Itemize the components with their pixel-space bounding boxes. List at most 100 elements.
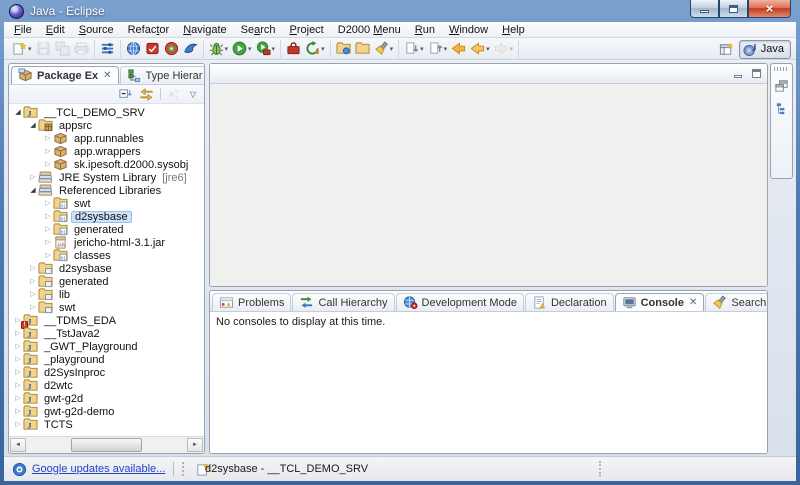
tree-twisty-icon[interactable]: ▷ (43, 236, 53, 249)
tree-twisty-icon[interactable]: ▷ (13, 405, 23, 418)
java-perspective-button[interactable]: JJava (739, 40, 791, 59)
back-button[interactable]: ▾ (468, 40, 492, 57)
tree-twisty-icon[interactable]: ▷ (28, 275, 38, 288)
menu-run[interactable]: Run (408, 23, 442, 37)
google-updates-link[interactable]: Google updates available... (32, 463, 165, 475)
tree-twisty-icon[interactable]: ▷ (13, 366, 23, 379)
scrollbar-thumb[interactable] (71, 438, 142, 452)
dropdown-arrow-icon[interactable]: ▾ (420, 45, 424, 53)
tree-twisty-icon[interactable]: ▷ (13, 379, 23, 392)
open-resource-button[interactable] (353, 40, 372, 57)
dropdown-arrow-icon[interactable]: ▾ (225, 45, 229, 53)
gwt-compile-button[interactable] (284, 40, 303, 57)
forward-button[interactable]: ▾ (492, 40, 516, 57)
tree-twisty-icon[interactable]: ▷ (28, 171, 38, 184)
tree-item-swt[interactable]: ▷01swt (9, 197, 204, 210)
outline-view-button[interactable] (772, 100, 791, 117)
tree-twisty-icon[interactable]: ▷ (28, 288, 38, 301)
last-edit-location-button[interactable] (449, 40, 468, 57)
search-button[interactable]: ▾ (372, 40, 396, 57)
menu-source[interactable]: Source (72, 23, 121, 37)
tab-development-mode[interactable]: Development Mode (396, 293, 524, 311)
d2000-monitor-button[interactable] (162, 40, 181, 57)
tree-item-appsrc[interactable]: ◢appsrc (9, 119, 204, 132)
tab-call-hierarchy[interactable]: Call Hierarchy (292, 293, 394, 311)
scrollbar-track[interactable] (26, 438, 187, 452)
minimize-button[interactable] (690, 0, 719, 18)
view-menu-button[interactable]: ▽ (186, 89, 200, 100)
next-annotation-button[interactable]: ▾ (402, 40, 426, 57)
menu-search[interactable]: Search (234, 23, 283, 37)
tree-twisty-icon[interactable]: ▷ (43, 132, 53, 145)
d2000-settings-button[interactable] (98, 40, 117, 57)
prev-annotation-button[interactable]: ▾ (426, 40, 450, 57)
tree-item-app-wrappers[interactable]: ▷app.wrappers (9, 145, 204, 158)
tree-item-app-runnables[interactable]: ▷app.runnables (9, 132, 204, 145)
scroll-left-button[interactable]: ◄ (10, 438, 26, 452)
close-tab-icon[interactable]: ✕ (103, 70, 111, 81)
close-button[interactable]: × (748, 0, 791, 18)
run-button[interactable]: ▾ (230, 40, 254, 57)
dropdown-arrow-icon[interactable]: ▾ (272, 45, 276, 53)
dropdown-arrow-icon[interactable]: ▾ (321, 45, 325, 53)
tree-item-jericho-html-3-1-jar[interactable]: ▷JARjericho-html-3.1.jar (9, 236, 204, 249)
dropdown-arrow-icon[interactable]: ▾ (390, 45, 394, 53)
tree-twisty-icon[interactable]: ◢ (28, 119, 38, 132)
menu-file[interactable]: File (7, 23, 39, 37)
tab-problems[interactable]: Problems (212, 293, 291, 311)
tree-twisty-icon[interactable]: ▷ (13, 392, 23, 405)
tree-twisty-icon[interactable]: ▷ (43, 210, 53, 223)
dropdown-arrow-icon[interactable]: ▾ (28, 45, 32, 53)
restore-view-button[interactable] (772, 77, 791, 94)
view-menu-icon[interactable]: ▽ (188, 90, 198, 99)
menu-navigate[interactable]: Navigate (176, 23, 233, 37)
print-button[interactable] (72, 40, 91, 57)
dropdown-arrow-icon[interactable]: ▾ (248, 45, 252, 53)
focus-button[interactable] (165, 86, 184, 103)
close-tab-icon[interactable]: ✕ (689, 297, 697, 308)
tab-declaration[interactable]: Declaration (525, 293, 614, 311)
tree-twisty-icon[interactable]: ▷ (13, 340, 23, 353)
debug-button[interactable]: ▾ (207, 40, 231, 57)
dropdown-arrow-icon[interactable]: ▾ (510, 45, 514, 53)
statusbar-drag-handle[interactable] (599, 461, 603, 477)
open-perspective-button[interactable] (718, 41, 735, 58)
tree-twisty-icon[interactable]: ▷ (43, 197, 53, 210)
d2000-cnf-button[interactable] (143, 40, 162, 57)
link-with-editor-button[interactable] (137, 86, 156, 103)
tab-console[interactable]: Console✕ (615, 293, 705, 311)
tab-package-ex[interactable]: Package Ex✕ (11, 66, 119, 84)
dropdown-arrow-icon[interactable]: ▾ (444, 45, 448, 53)
dropdown-arrow-icon[interactable]: ▾ (486, 45, 490, 53)
tree-item-tcts[interactable]: ▷JTCTS (9, 418, 204, 431)
maximize-editor-icon[interactable] (749, 67, 763, 81)
maximize-button[interactable] (719, 0, 748, 18)
minimize-editor-icon[interactable] (731, 67, 745, 81)
d2000-browser-button[interactable] (124, 40, 143, 57)
tree-twisty-icon[interactable]: ▷ (13, 353, 23, 366)
new-button[interactable]: ▾ (10, 40, 34, 57)
tree-item-referenced-libraries[interactable]: ◢Referenced Libraries (9, 184, 204, 197)
tab-type-hierar[interactable]: Type Hierar (120, 66, 205, 84)
menu-project[interactable]: Project (283, 23, 331, 37)
tree-twisty-icon[interactable]: ▷ (28, 262, 38, 275)
tree-item-generated[interactable]: ▷01generated (9, 223, 204, 236)
menu-help[interactable]: Help (495, 23, 532, 37)
d2000-hi-button[interactable] (181, 40, 200, 57)
tree-twisty-icon[interactable]: ▷ (43, 145, 53, 158)
gwt-refresh-button[interactable]: ▾ (303, 40, 327, 57)
collapse-all-button[interactable] (116, 86, 135, 103)
save-all-button[interactable] (53, 40, 72, 57)
tree-twisty-icon[interactable]: ▷ (13, 418, 23, 431)
external-tools-button[interactable]: ▾ (254, 40, 278, 57)
tab-search[interactable]: Search (705, 293, 768, 311)
menu-window[interactable]: Window (442, 23, 495, 37)
editor-content[interactable] (210, 84, 767, 286)
save-button[interactable] (34, 40, 53, 57)
menu-refactor[interactable]: Refactor (121, 23, 177, 37)
tree-twisty-icon[interactable]: ◢ (13, 106, 23, 119)
menu-edit[interactable]: Edit (39, 23, 72, 37)
tree-twisty-icon[interactable]: ◢ (28, 184, 38, 197)
fast-view-drag-handle[interactable] (774, 67, 789, 71)
tree-item-d2sysbase[interactable]: ▷01d2sysbase (9, 210, 204, 223)
